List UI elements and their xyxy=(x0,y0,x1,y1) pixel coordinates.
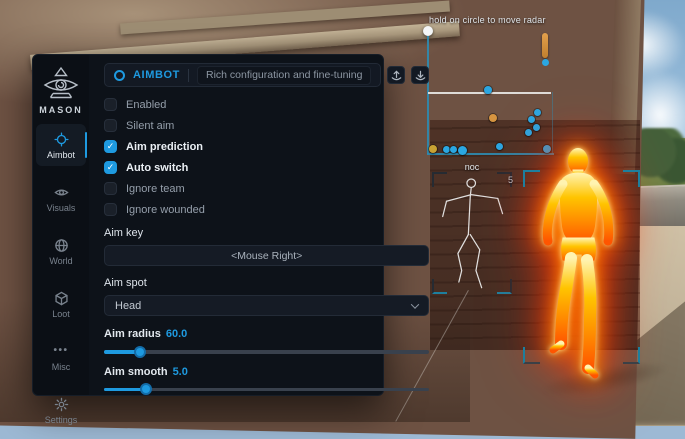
offscreen-marker-dot xyxy=(542,59,549,66)
checkbox[interactable] xyxy=(104,182,117,195)
slider-handle[interactable] xyxy=(140,383,152,395)
checkbox-label: Aim prediction xyxy=(126,141,203,153)
bracket-corner xyxy=(523,170,540,187)
toggle-ignore-wounded[interactable]: Ignore wounded xyxy=(104,203,429,216)
mason-logo-icon xyxy=(41,66,81,102)
offscreen-marker-bar xyxy=(542,33,548,58)
sidebar-nav: Aimbot Visuals World Loot ••• Misc Setti… xyxy=(33,124,89,431)
skeleton-esp xyxy=(437,174,513,296)
radar-dot xyxy=(443,146,450,153)
aim-spot-value: Head xyxy=(115,300,141,312)
sidebar-item-label: Settings xyxy=(45,415,78,425)
bracket-corner xyxy=(623,347,640,364)
aimbot-panel: AIMBOT Rich configuration and fine-tunin… xyxy=(89,55,438,395)
panel-title: AIMBOT xyxy=(133,69,180,81)
slider-label: Aim radius xyxy=(104,328,161,340)
sidebar-item-label: World xyxy=(49,256,72,266)
aim-spot-select[interactable]: Head xyxy=(104,295,429,316)
radar-dot xyxy=(534,109,541,116)
esp-player-name: noc xyxy=(465,162,480,172)
sidebar: MASON Aimbot Visuals World Loot ••• Misc… xyxy=(33,55,89,395)
toggle-enabled[interactable]: Enabled xyxy=(104,98,429,111)
checkbox[interactable] xyxy=(104,140,117,153)
slider-label: Aim smooth xyxy=(104,366,168,378)
slider-aim-radius: Aim radius 60.0 xyxy=(104,328,429,354)
sidebar-item-loot[interactable]: Loot xyxy=(33,283,89,325)
checkbox-label: Enabled xyxy=(126,99,166,111)
sidebar-item-aimbot[interactable]: Aimbot xyxy=(36,124,86,166)
radar-dot xyxy=(450,146,457,153)
checkbox-label: Ignore wounded xyxy=(126,204,205,216)
cube-icon xyxy=(53,290,69,306)
panel-subtitle-box: Rich configuration and fine-tuning xyxy=(197,66,371,85)
slider-list: Aim radius 60.0 Aim smooth 5.0 xyxy=(104,316,429,391)
dots-icon: ••• xyxy=(53,343,69,359)
radar-dot xyxy=(528,116,535,123)
bracket-corner xyxy=(623,170,640,187)
slider-value: 5.0 xyxy=(173,366,188,378)
sidebar-item-label: Aimbot xyxy=(47,150,75,160)
eye-icon xyxy=(53,184,69,200)
checkbox-label: Silent aim xyxy=(126,120,174,132)
radar-dot xyxy=(489,114,497,122)
checkbox[interactable] xyxy=(104,98,117,111)
sidebar-item-visuals[interactable]: Visuals xyxy=(33,177,89,219)
sidebar-item-label: Visuals xyxy=(47,203,76,213)
radar-move-handle[interactable] xyxy=(423,26,433,36)
cheat-menu-window: MASON Aimbot Visuals World Loot ••• Misc… xyxy=(32,54,384,396)
checkbox[interactable] xyxy=(104,161,117,174)
sidebar-item-settings[interactable]: Settings xyxy=(33,389,89,431)
radar-tooltip: hold on circle to move radar xyxy=(429,15,546,25)
radar-dot xyxy=(458,146,467,155)
checkbox[interactable] xyxy=(104,203,117,216)
sidebar-item-world[interactable]: World xyxy=(33,230,89,272)
aim-key-label: Aim key xyxy=(104,227,429,239)
globe-icon xyxy=(53,237,69,253)
brand-name: MASON xyxy=(39,105,83,115)
divider xyxy=(188,69,189,82)
upload-icon xyxy=(390,69,403,82)
aim-key-button[interactable]: <Mouse Right> xyxy=(104,245,429,266)
panel-header: AIMBOT Rich configuration and fine-tunin… xyxy=(104,63,429,87)
import-config-button[interactable] xyxy=(411,66,429,84)
slider-handle[interactable] xyxy=(134,346,146,358)
brand: MASON xyxy=(39,66,83,115)
export-config-button[interactable] xyxy=(387,66,405,84)
chevron-down-icon xyxy=(411,300,419,308)
panel-subtitle: Rich configuration and fine-tuning xyxy=(206,69,362,81)
slider-aim-smooth: Aim smooth 5.0 xyxy=(104,366,429,392)
toggle-silent-aim[interactable]: Silent aim xyxy=(104,119,429,132)
checkbox-label: Auto switch xyxy=(126,162,188,174)
toggle-list: Enabled Silent aim Aim prediction Auto s… xyxy=(104,98,429,216)
checkbox[interactable] xyxy=(104,119,117,132)
radar-dot xyxy=(496,143,503,150)
radar-dot xyxy=(533,124,540,131)
radar-dot xyxy=(484,86,492,94)
player-esp-box xyxy=(523,170,640,364)
slider-value: 60.0 xyxy=(166,328,187,340)
sidebar-item-label: Misc xyxy=(52,362,71,372)
aim-spot-label: Aim spot xyxy=(104,277,429,289)
sidebar-item-misc[interactable]: ••• Misc xyxy=(33,336,89,378)
bracket-corner xyxy=(523,347,540,364)
toggle-auto-switch[interactable]: Auto switch xyxy=(104,161,429,174)
aimbot-ring-icon xyxy=(114,70,125,81)
slider-track[interactable] xyxy=(104,350,429,354)
slider-track[interactable] xyxy=(104,388,429,392)
toggle-ignore-team[interactable]: Ignore team xyxy=(104,182,429,195)
gear-icon xyxy=(53,396,69,412)
crosshair-icon xyxy=(53,131,69,147)
checkbox-label: Ignore team xyxy=(126,183,185,195)
download-icon xyxy=(414,69,427,82)
sidebar-item-label: Loot xyxy=(52,309,70,319)
toggle-aim-prediction[interactable]: Aim prediction xyxy=(104,140,429,153)
panel-title-box: AIMBOT Rich configuration and fine-tunin… xyxy=(104,63,381,87)
radar-dot xyxy=(525,129,532,136)
